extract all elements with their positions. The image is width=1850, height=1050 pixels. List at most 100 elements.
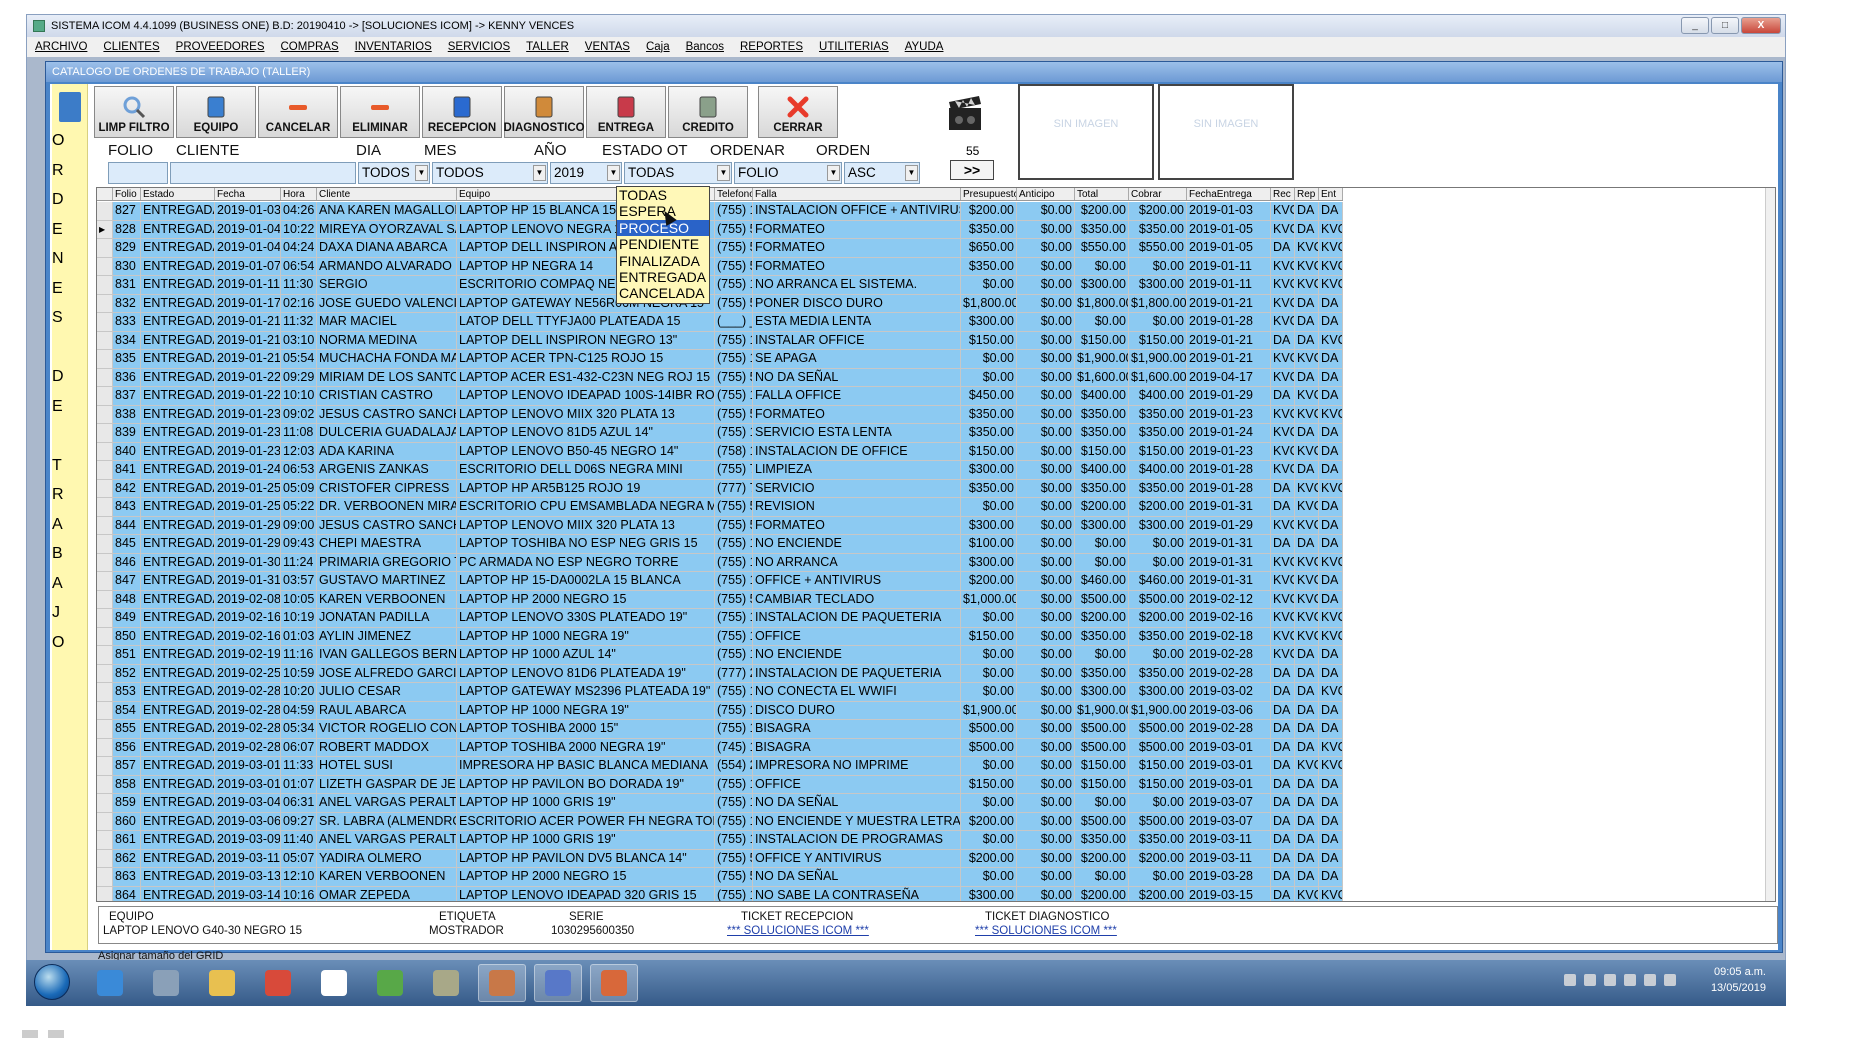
column-header[interactable]: Anticipo	[1017, 188, 1075, 200]
table-cell[interactable]: ANA KAREN MAGALLON	[317, 202, 457, 220]
table-cell[interactable]: 853	[113, 683, 141, 701]
table-cell[interactable]: $0.00	[1017, 627, 1075, 645]
table-cell[interactable]: $500.00	[1075, 738, 1129, 756]
table-cell[interactable]: $350.00	[961, 479, 1017, 497]
table-cell[interactable]: $0.00	[961, 683, 1017, 701]
table-cell[interactable]: KVC	[1319, 757, 1343, 775]
table-cell[interactable]: KVC	[1295, 886, 1319, 901]
table-cell[interactable]: $450.00	[961, 387, 1017, 405]
table-cell[interactable]: 845	[113, 535, 141, 553]
table-cell[interactable]: ENTREGADA	[141, 350, 215, 368]
table-cell[interactable]: $1,800.00	[1075, 294, 1129, 312]
table-cell[interactable]: 11:32	[281, 313, 317, 331]
table-cell[interactable]: $350.00	[1075, 424, 1129, 442]
table-cell[interactable]: $0.00	[961, 609, 1017, 627]
start-button[interactable]	[34, 964, 70, 1000]
table-cell[interactable]: 854	[113, 701, 141, 719]
table-row[interactable]: 852 ENTREGADA 2019-02-25 10:59 JOSE ALFREDO …	[97, 664, 1343, 683]
table-cell[interactable]: 2019-01-23	[215, 442, 281, 460]
table-cell[interactable]: 2019-01-11	[215, 276, 281, 294]
table-cell[interactable]: $0.00	[1017, 609, 1075, 627]
table-cell[interactable]: DULCERIA GUADALAJARA (CAJA)	[317, 424, 457, 442]
table-cell[interactable]: ENTREGADA	[141, 627, 215, 645]
menu-item[interactable]: REPORTES	[732, 41, 811, 53]
table-cell[interactable]: 2019-01-04	[215, 239, 281, 257]
table-row[interactable]: 834 ENTREGADA 2019-01-21 03:10 NORMA MEDINA L…	[97, 331, 1343, 350]
table-cell[interactable]: $200.00	[1075, 498, 1129, 516]
table-cell[interactable]: 830	[113, 257, 141, 275]
table-cell[interactable]: ESTA MEDIA LENTA	[753, 313, 961, 331]
table-cell[interactable]: KVC	[1271, 516, 1295, 534]
table-cell[interactable]: $0.00	[961, 664, 1017, 682]
table-cell[interactable]: GUSTAVO MARTINEZ	[317, 572, 457, 590]
table-cell[interactable]: $0.00	[1017, 553, 1075, 571]
table-cell[interactable]: 2019-01-28	[1187, 313, 1271, 331]
table-cell[interactable]: $300.00	[961, 553, 1017, 571]
row-indicator[interactable]	[97, 294, 113, 312]
tray-arrow-icon[interactable]	[1564, 974, 1576, 986]
menu-item[interactable]: Bancos	[678, 41, 732, 53]
table-cell[interactable]: $350.00	[1129, 220, 1187, 238]
estado-dropdown-list[interactable]: TODAS ESPERA PROCESO PENDIENTE FINALIZADA ENT…	[616, 186, 710, 304]
row-indicator[interactable]	[97, 479, 113, 497]
table-cell[interactable]: 846	[113, 553, 141, 571]
table-cell[interactable]: 2019-01-25	[215, 479, 281, 497]
table-cell[interactable]: SE APAGA	[753, 350, 961, 368]
orden-select[interactable]: ASC ▼	[844, 162, 920, 184]
table-cell[interactable]: $0.00	[961, 350, 1017, 368]
table-cell[interactable]: 2019-04-17	[1187, 368, 1271, 386]
table-cell[interactable]: DA	[1295, 849, 1319, 867]
column-header[interactable]: Cobrar	[1129, 188, 1187, 200]
table-cell[interactable]: KAREN VERBOONEN	[317, 590, 457, 608]
ticket-recepcion-link[interactable]: *** SOLUCIONES ICOM ***	[727, 925, 869, 937]
table-cell[interactable]: ARGENIS ZANKAS	[317, 461, 457, 479]
table-cell[interactable]: $460.00	[1075, 572, 1129, 590]
table-cell[interactable]: (755) 5	[715, 868, 753, 886]
chevron-down-icon[interactable]: ▼	[827, 165, 840, 181]
table-cell[interactable]: 11:08	[281, 424, 317, 442]
table-cell[interactable]: KAREN VERBOONEN	[317, 868, 457, 886]
table-cell[interactable]: $300.00	[961, 461, 1017, 479]
table-cell[interactable]: $200.00	[961, 812, 1017, 830]
table-cell[interactable]: KVC	[1319, 609, 1343, 627]
table-cell[interactable]: DA	[1319, 442, 1343, 460]
dropdown-option[interactable]: FINALIZADA	[617, 253, 709, 269]
row-pointer-icon[interactable]: ▶	[97, 220, 113, 238]
row-indicator[interactable]	[97, 886, 113, 901]
limp-filtro-button[interactable]: LIMP FILTRO	[94, 86, 174, 138]
menu-item[interactable]: Caja	[638, 41, 678, 53]
table-row[interactable]: 829 ENTREGADA 2019-01-04 04:24 DAXA DIANA AB…	[97, 239, 1343, 258]
table-cell[interactable]: $300.00	[1129, 683, 1187, 701]
table-row[interactable]: 836 ENTREGADA 2019-01-22 09:29 MIRIAM DE LOS…	[97, 368, 1343, 387]
table-cell[interactable]: $500.00	[1075, 590, 1129, 608]
table-cell[interactable]: DA	[1319, 646, 1343, 664]
table-cell[interactable]: $0.00	[1017, 831, 1075, 849]
row-indicator[interactable]	[97, 664, 113, 682]
table-cell[interactable]: ANEL VARGAS PERALTA	[317, 794, 457, 812]
table-cell[interactable]: LAPTOP DELL INSPIRON NEGRO 13"	[457, 331, 715, 349]
column-header[interactable]: Rep	[1295, 188, 1319, 200]
table-cell[interactable]: $0.00	[1017, 294, 1075, 312]
table-cell[interactable]: ENTREGADA	[141, 276, 215, 294]
table-cell[interactable]: 2019-01-04	[215, 220, 281, 238]
table-cell[interactable]: (755) 1	[715, 535, 753, 553]
minimize-button[interactable]: _	[1681, 17, 1709, 34]
table-cell[interactable]: $1,600.00	[1075, 368, 1129, 386]
table-cell[interactable]: JOSE ALFREDO GARCIA	[317, 664, 457, 682]
table-cell[interactable]: 2019-02-18	[1187, 627, 1271, 645]
table-cell[interactable]: 05:22	[281, 498, 317, 516]
table-cell[interactable]: $0.00	[1017, 572, 1075, 590]
table-cell[interactable]: 862	[113, 849, 141, 867]
table-cell[interactable]: (755) 1	[715, 831, 753, 849]
table-cell[interactable]: $150.00	[1075, 757, 1129, 775]
table-cell[interactable]: IMPRESORA HP BASIC BLANCA MEDIANA	[457, 757, 715, 775]
table-cell[interactable]: 10:16	[281, 886, 317, 901]
table-cell[interactable]: 2019-01-29	[215, 535, 281, 553]
table-cell[interactable]: 828	[113, 220, 141, 238]
menu-item[interactable]: PROVEEDORES	[168, 41, 273, 53]
table-row[interactable]: 862 ENTREGADA 2019-03-11 05:07 YADIRA OLMERO…	[97, 849, 1343, 868]
table-cell[interactable]: (777) 2	[715, 664, 753, 682]
table-row[interactable]: 861 ENTREGADA 2019-03-09 11:40 ANEL VARGAS P…	[97, 831, 1343, 850]
table-cell[interactable]: DA	[1319, 202, 1343, 220]
table-cell[interactable]: LIZETH GASPAR DE JESUS	[317, 775, 457, 793]
